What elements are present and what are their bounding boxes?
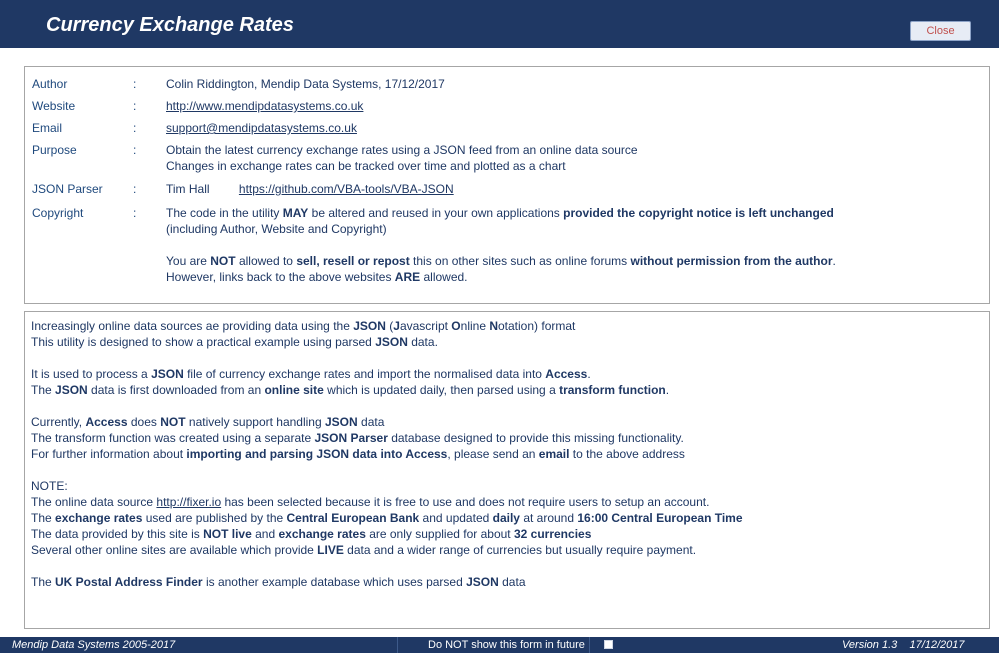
do-not-show-label: Do NOT show this form in future	[428, 639, 585, 651]
form-title: Currency Exchange Rates	[46, 14, 294, 36]
description-text: Increasingly online data sources ae prov…	[31, 319, 743, 589]
website-label: Website	[32, 99, 76, 113]
email-label: Email	[32, 121, 63, 135]
author-value: Colin Riddington, Mendip Data Systems, 1…	[166, 77, 445, 91]
close-button[interactable]: Close	[910, 21, 971, 41]
purpose-colon: :	[133, 143, 137, 157]
json-parser-colon: :	[133, 182, 137, 196]
email-colon: :	[133, 121, 137, 135]
purpose-line-2: Changes in exchange rates can be tracked…	[166, 159, 566, 173]
purpose-line-1: Obtain the latest currency exchange rate…	[166, 143, 638, 157]
footer-version: Version 1.3 17/12/2017	[842, 639, 965, 651]
title-bar: Currency Exchange Rates Close	[0, 0, 999, 48]
website-colon: :	[133, 99, 137, 113]
author-colon: :	[133, 77, 137, 91]
email-link[interactable]: support@mendipdatasystems.co.uk	[166, 121, 357, 135]
footer-separator	[397, 637, 398, 653]
author-label: Author	[32, 77, 68, 91]
json-parser-link[interactable]: https://github.com/VBA-tools/VBA-JSON	[239, 182, 454, 196]
footer-company: Mendip Data Systems 2005-2017	[12, 639, 176, 651]
fixer-link[interactable]: http://fixer.io	[156, 495, 221, 509]
copyright-text: The code in the utility MAY be altered a…	[166, 206, 836, 284]
info-panel: Author : Colin Riddington, Mendip Data S…	[24, 66, 990, 304]
do-not-show-checkbox[interactable]	[604, 640, 613, 649]
purpose-label: Purpose	[32, 143, 77, 157]
copyright-label: Copyright	[32, 206, 84, 220]
description-panel: Increasingly online data sources ae prov…	[24, 311, 990, 629]
json-parser-author: Tim Hall	[166, 182, 210, 196]
footer-separator	[589, 637, 590, 653]
website-link[interactable]: http://www.mendipdatasystems.co.uk	[166, 99, 363, 113]
footer-bar: Mendip Data Systems 2005-2017 Do NOT sho…	[0, 637, 999, 653]
copyright-colon: :	[133, 206, 137, 220]
json-parser-label: JSON Parser	[32, 182, 103, 196]
